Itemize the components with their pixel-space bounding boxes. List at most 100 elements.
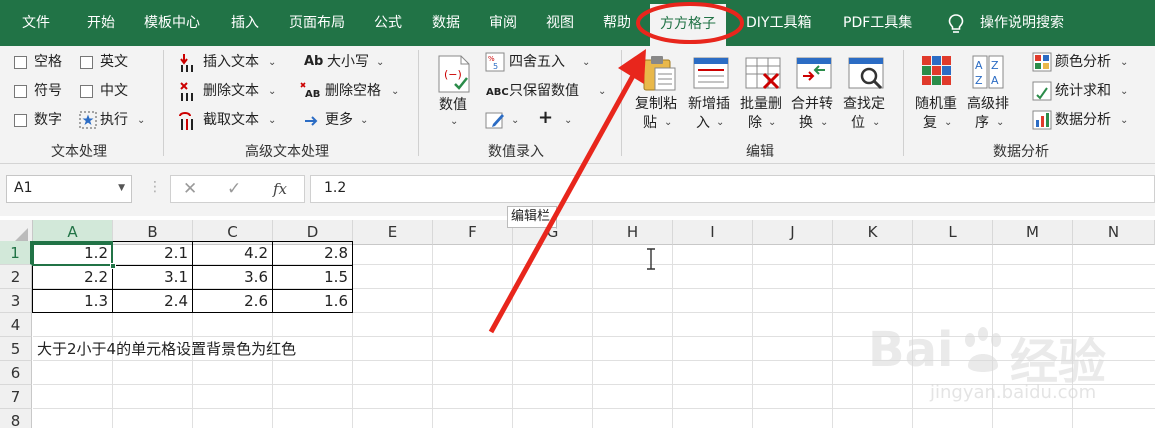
checkbox-english[interactable] (80, 56, 93, 69)
name-box[interactable]: A1 ▼ (6, 175, 132, 203)
add-insert-button[interactable]: 新增插 (688, 95, 730, 113)
delete-text-chevron-icon[interactable]: ⌄ (268, 86, 276, 97)
copy-paste-clipboard-icon (643, 56, 676, 91)
fill-handle[interactable] (110, 263, 116, 269)
checkbox-space[interactable] (14, 56, 27, 69)
row-header-1[interactable]: 1 (0, 241, 32, 265)
more-chevron-icon[interactable]: ⌄ (360, 115, 368, 126)
column-header-l[interactable]: L (913, 220, 993, 245)
checkbox-english-label: 英文 (100, 54, 128, 70)
checkbox-symbol[interactable] (14, 85, 27, 98)
plus-button[interactable]: + (538, 109, 553, 127)
find-locate-button[interactable]: 查找定 (843, 95, 885, 113)
column-header-m[interactable]: M (993, 220, 1073, 245)
tab-review[interactable]: 审阅 (489, 0, 517, 46)
formula-input[interactable]: 1.2 (310, 175, 1155, 203)
cell-d3[interactable]: 1.6 (273, 289, 352, 313)
find-locate-chevron-icon[interactable]: ⌄ (872, 117, 880, 128)
color-analysis-button[interactable]: 颜色分析 (1055, 53, 1111, 71)
advanced-sort-chevron-icon[interactable]: ⌄ (996, 117, 1004, 128)
cell-c3[interactable]: 2.6 (193, 289, 272, 313)
case-chevron-icon[interactable]: ⌄ (376, 57, 384, 68)
cell-b3[interactable]: 2.4 (113, 289, 192, 313)
tell-me-search[interactable]: 操作说明搜索 (980, 0, 1064, 46)
add-insert-chevron-icon[interactable]: ⌄ (716, 117, 724, 128)
cell-c1[interactable]: 4.2 (193, 241, 272, 265)
row-header-2[interactable]: 2 (0, 265, 32, 289)
tab-diy-toolbox[interactable]: DIY工具箱 (746, 0, 811, 46)
column-header-e[interactable]: E (353, 220, 433, 245)
fill-edit-chevron-icon[interactable]: ⌄ (511, 115, 519, 126)
delete-spaces-chevron-icon[interactable]: ⌄ (391, 86, 399, 97)
value-button[interactable]: 数值 (439, 96, 467, 114)
cell-d1[interactable]: 2.8 (273, 241, 352, 265)
tab-view[interactable]: 视图 (546, 0, 574, 46)
column-header-i[interactable]: I (673, 220, 753, 245)
column-header-j[interactable]: J (753, 220, 833, 245)
row-header-3[interactable]: 3 (0, 289, 32, 313)
case-button[interactable]: 大小写 (327, 53, 369, 71)
advanced-sort-button[interactable]: 高级排 (967, 95, 1009, 113)
batch-delete-button[interactable]: 批量删 (740, 95, 782, 113)
tab-template-center[interactable]: 模板中心 (144, 0, 200, 46)
cell-d2[interactable]: 1.5 (273, 265, 352, 289)
row-header-8[interactable]: 8 (0, 409, 32, 428)
keep-value-chevron-icon[interactable]: ⌄ (598, 86, 606, 97)
delete-spaces-button[interactable]: 删除空格 (325, 82, 381, 100)
random-shuffle-button[interactable]: 随机重 (915, 95, 957, 113)
plus-chevron-icon[interactable]: ⌄ (564, 115, 572, 126)
checkbox-chinese[interactable] (80, 85, 93, 98)
column-header-n[interactable]: N (1073, 220, 1155, 245)
merge-convert-chevron-icon[interactable]: ⌄ (820, 117, 828, 128)
tab-file[interactable]: 文件 (22, 0, 50, 46)
tab-help[interactable]: 帮助 (603, 0, 631, 46)
batch-delete-chevron-icon[interactable]: ⌄ (768, 117, 776, 128)
tab-pdf-tools[interactable]: PDF工具集 (843, 0, 912, 46)
tab-home[interactable]: 开始 (87, 0, 115, 46)
insert-text-button[interactable]: 插入文本 (203, 53, 259, 71)
name-box-dropdown-icon[interactable]: ▼ (118, 183, 125, 193)
tab-formulas[interactable]: 公式 (374, 0, 402, 46)
row-header-7[interactable]: 7 (0, 385, 32, 409)
column-header-f[interactable]: F (433, 220, 513, 245)
round-chevron-icon[interactable]: ⌄ (582, 57, 590, 68)
tab-page-layout[interactable]: 页面布局 (289, 0, 345, 46)
stat-sum-button[interactable]: 统计求和 (1055, 82, 1111, 100)
cell-c2[interactable]: 3.6 (193, 265, 272, 289)
cancel-icon[interactable]: ✕ (183, 179, 197, 199)
delete-text-button[interactable]: 删除文本 (203, 82, 259, 100)
cell-a5-note[interactable]: 大于2小于4的单元格设置背景色为红色 (37, 337, 437, 361)
keep-value-button[interactable]: 只保留数值 (509, 82, 579, 100)
column-header-k[interactable]: K (833, 220, 913, 245)
execute-button[interactable]: 执行 (100, 111, 128, 129)
data-analysis-button[interactable]: 数据分析 (1055, 111, 1111, 129)
data-analysis-chevron-icon[interactable]: ⌄ (1120, 115, 1128, 126)
copy-paste-chevron-icon[interactable]: ⌄ (664, 117, 672, 128)
confirm-check-icon[interactable]: ✓ (227, 179, 241, 199)
stat-sum-chevron-icon[interactable]: ⌄ (1120, 86, 1128, 97)
extract-text-button[interactable]: 截取文本 (203, 111, 259, 129)
cell-b2[interactable]: 3.1 (113, 265, 192, 289)
tab-data[interactable]: 数据 (432, 0, 460, 46)
more-button[interactable]: 更多 (325, 111, 353, 129)
extract-text-chevron-icon[interactable]: ⌄ (268, 115, 276, 126)
random-shuffle-chevron-icon[interactable]: ⌄ (944, 117, 952, 128)
insert-text-chevron-icon[interactable]: ⌄ (268, 57, 276, 68)
execute-chevron-icon[interactable]: ⌄ (137, 115, 145, 126)
merge-convert-button[interactable]: 合并转 (791, 95, 833, 113)
round-button[interactable]: 四舍五入 (509, 53, 565, 71)
cell-a2[interactable]: 2.2 (33, 265, 112, 289)
tab-fangfanggezi[interactable]: 方方格子 (650, 4, 726, 46)
copy-paste-button[interactable]: 复制粘 (635, 95, 677, 113)
tab-insert[interactable]: 插入 (231, 0, 259, 46)
row-header-4[interactable]: 4 (0, 313, 32, 337)
row-header-5[interactable]: 5 (0, 337, 32, 361)
checkbox-number[interactable] (14, 114, 27, 127)
cell-b1[interactable]: 2.1 (113, 241, 192, 265)
column-header-h[interactable]: H (593, 220, 673, 245)
insert-function-fx-icon[interactable]: fx (273, 180, 287, 198)
color-analysis-chevron-icon[interactable]: ⌄ (1120, 57, 1128, 68)
cell-a3[interactable]: 1.3 (33, 289, 112, 313)
value-chevron-icon[interactable]: ⌄ (450, 116, 458, 127)
row-header-6[interactable]: 6 (0, 361, 32, 385)
